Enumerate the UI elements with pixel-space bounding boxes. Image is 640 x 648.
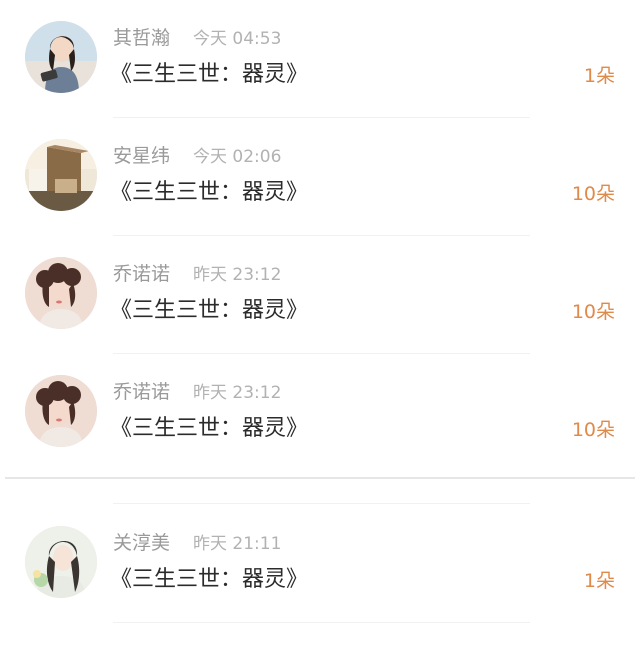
book-title[interactable]: 《三生三世：器灵》 [110,178,308,208]
user-name[interactable]: 关淳美 [113,531,170,555]
gift-count: 10朵 [571,301,615,323]
user-name[interactable]: 其哲瀚 [113,26,170,50]
list-item[interactable]: 安星纬 今天 02:06 《三生三世：器灵》 10朵 [0,118,640,236]
avatar[interactable] [25,375,97,447]
timestamp: 昨天 21:11 [193,534,282,554]
anime-character-avatar-image [25,526,97,598]
gift-count: 10朵 [571,419,615,441]
interior-scene-avatar-image [25,139,97,211]
book-title[interactable]: 《三生三世：器灵》 [110,565,308,595]
gift-count: 10朵 [571,183,615,205]
list-item[interactable]: 乔诺诺 昨天 23:12 《三生三世：器灵》 10朵 [0,354,640,472]
user-name[interactable]: 安星纬 [113,144,170,168]
row-divider [113,622,530,623]
timestamp: 今天 02:06 [193,147,282,167]
gift-count: 1朵 [583,65,615,87]
avatar[interactable] [25,526,97,598]
timestamp: 昨天 23:12 [193,265,282,285]
retro-portrait-avatar-image [25,375,97,447]
retro-portrait-avatar-image [25,257,97,329]
section-divider [5,477,635,479]
list-item[interactable]: 乔诺诺 昨天 23:12 《三生三世：器灵》 10朵 [0,236,640,354]
book-title[interactable]: 《三生三世：器灵》 [110,60,308,90]
book-title[interactable]: 《三生三世：器灵》 [110,414,308,444]
girl-with-phone-avatar-image [25,21,97,93]
timestamp: 今天 04:53 [193,29,282,49]
avatar[interactable] [25,257,97,329]
list-item[interactable]: 关淳美 昨天 21:11 《三生三世：器灵》 1朵 [0,505,640,623]
user-name[interactable]: 乔诺诺 [113,380,170,404]
gift-count: 1朵 [583,570,615,592]
list-item[interactable]: 其哲瀚 今天 04:53 《三生三世：器灵》 1朵 [0,0,640,118]
row-divider [113,503,530,504]
user-name[interactable]: 乔诺诺 [113,262,170,286]
timestamp: 昨天 23:12 [193,383,282,403]
book-title[interactable]: 《三生三世：器灵》 [110,296,308,326]
avatar[interactable] [25,21,97,93]
avatar[interactable] [25,139,97,211]
